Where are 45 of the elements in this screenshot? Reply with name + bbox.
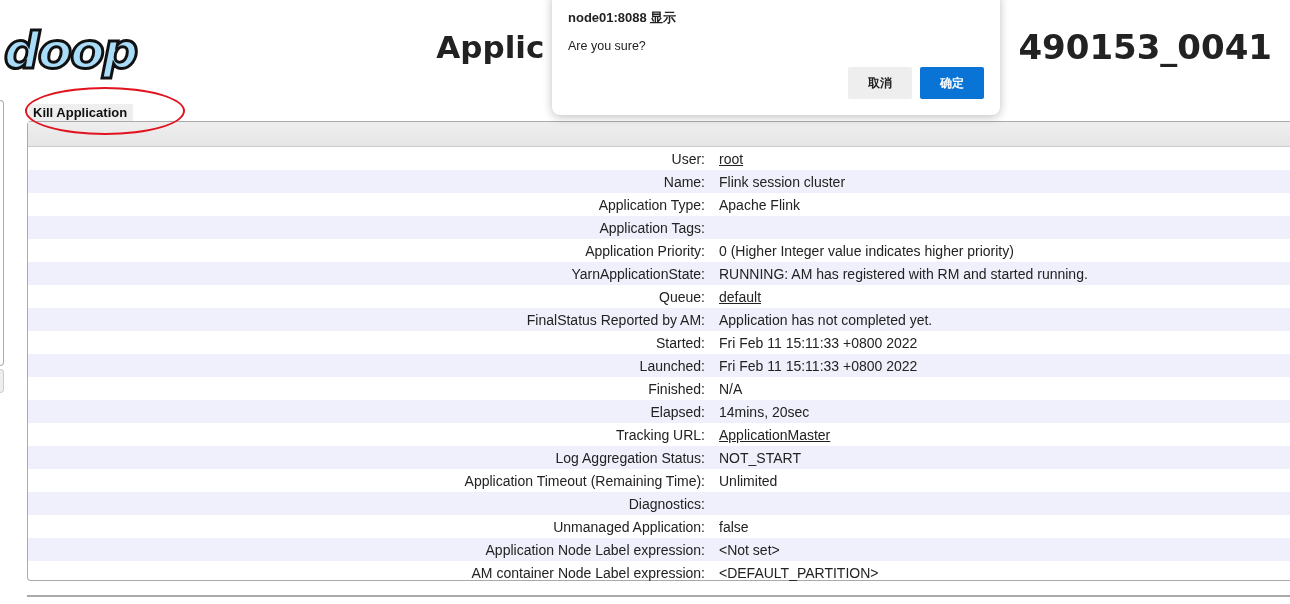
logo: doop: [3, 21, 138, 82]
field-label: User:: [670, 150, 705, 167]
field-value: 14mins, 20sec: [719, 403, 810, 420]
field-value: Flink session cluster: [719, 173, 846, 190]
field-label: Application Timeout (Remaining Time):: [463, 472, 705, 489]
page-title: Applic: [436, 28, 545, 67]
field-label: Log Aggregation Status:: [554, 449, 705, 466]
field-label: Elapsed:: [649, 403, 705, 420]
dialog-message: Are you sure?: [568, 39, 647, 53]
sidebar-tab[interactable]: [0, 369, 4, 393]
field-value: NOT_START: [719, 449, 801, 466]
field-label: FinalStatus Reported by AM:: [525, 311, 705, 328]
field-label: Started:: [654, 334, 705, 351]
ok-button[interactable]: 确定: [920, 67, 984, 99]
field-value: <DEFAULT_PARTITION>: [719, 564, 879, 581]
cancel-button[interactable]: 取消: [848, 67, 912, 99]
field-label: Application Type:: [597, 196, 705, 213]
field-value: Unlimited: [719, 472, 778, 489]
field-label: Unmanaged Application:: [552, 518, 705, 535]
page-title: 490153_0041: [1018, 26, 1272, 68]
field-label: Diagnostics:: [627, 495, 705, 512]
field-value: Application has not completed yet.: [719, 311, 933, 328]
field-label: Application Priority:: [584, 242, 705, 259]
field-value: Apache Flink: [719, 196, 800, 213]
field-value: N/A: [719, 380, 743, 397]
field-value: false: [719, 518, 749, 535]
field-label: YarnApplicationState:: [570, 265, 705, 282]
field-label: Application Node Label expression:: [484, 541, 705, 558]
field-value: Fri Feb 11 15:11:33 +0800 2022: [719, 357, 918, 374]
field-label: Tracking URL:: [615, 426, 705, 443]
field-label: Queue:: [658, 288, 705, 305]
value-link[interactable]: default: [719, 288, 762, 305]
field-label: Launched:: [638, 357, 705, 374]
kill-application-button[interactable]: Kill Application: [29, 104, 134, 121]
field-label: Finished:: [647, 380, 705, 397]
field-label: Application Tags:: [598, 219, 705, 236]
field-value: <Not set>: [719, 541, 780, 558]
field-label: AM container Node Label expression:: [470, 564, 705, 581]
field-value: RUNNING: AM has registered with RM and started running.: [719, 265, 1088, 282]
value-link[interactable]: ApplicationMaster: [719, 426, 831, 443]
field-label: Name:: [662, 173, 705, 190]
field-value: 0 (Higher Integer value indicates higher priority): [719, 242, 1014, 259]
dialog-title: node01:8088 显示: [568, 9, 678, 27]
field-value: Fri Feb 11 15:11:33 +0800 2022: [719, 334, 918, 351]
value-link[interactable]: root: [719, 150, 744, 167]
